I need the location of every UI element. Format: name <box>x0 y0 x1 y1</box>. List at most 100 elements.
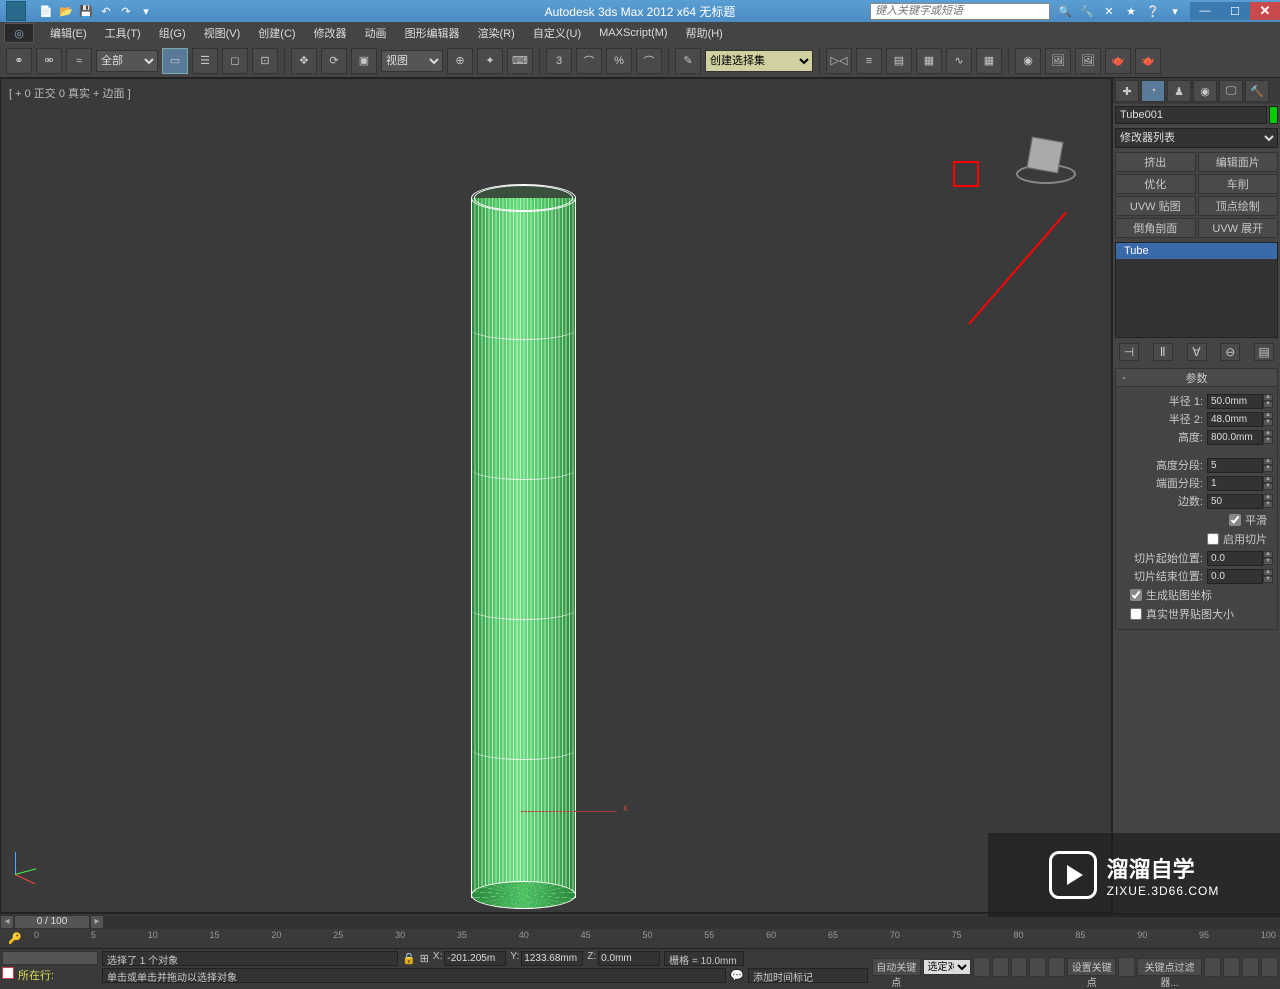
prev-frame-icon[interactable] <box>992 957 1009 977</box>
percent-snap-icon[interactable]: % <box>606 48 632 74</box>
menu-views[interactable]: 视图(V) <box>196 23 249 43</box>
create-tab-icon[interactable]: ✚ <box>1115 80 1139 102</box>
select-by-name-icon[interactable]: ☰ <box>192 48 218 74</box>
search-input[interactable] <box>870 3 1050 20</box>
link-icon[interactable]: ⚭ <box>6 48 32 74</box>
manipulate-icon[interactable]: ✦ <box>477 48 503 74</box>
key-icon[interactable]: 🔧 <box>1078 2 1096 20</box>
menu-modifiers[interactable]: 修改器 <box>306 23 355 43</box>
stack-item-tube[interactable]: Tube <box>1116 243 1277 259</box>
script-mini-listener[interactable] <box>2 951 98 965</box>
play-icon[interactable] <box>1011 957 1028 977</box>
sliceon-checkbox[interactable] <box>1207 533 1219 545</box>
object-name-input[interactable] <box>1115 106 1267 124</box>
heightseg-input[interactable] <box>1207 458 1263 473</box>
trackbar-icon[interactable]: 🔑 <box>0 932 30 945</box>
render-frame-icon[interactable]: 🖼 <box>1075 48 1101 74</box>
lathe-button[interactable]: 车削 <box>1198 174 1279 194</box>
spinner-up-icon[interactable]: ▲ <box>1263 394 1273 401</box>
ref-coord-system[interactable]: 视图 <box>381 50 443 72</box>
tube-object[interactable] <box>471 184 576 909</box>
display-tab-icon[interactable]: 🖵 <box>1219 80 1243 102</box>
rotate-icon[interactable]: ⟳ <box>321 48 347 74</box>
pin-stack-icon[interactable]: ⊣ <box>1119 343 1139 361</box>
render-setup-icon[interactable]: 🖼 <box>1045 48 1071 74</box>
make-unique-icon[interactable]: ∀ <box>1187 343 1207 361</box>
uvwunwrap-button[interactable]: UVW 展开 <box>1198 218 1279 238</box>
autokey-button[interactable]: 自动关键点 <box>872 958 921 976</box>
slicefrom-input[interactable] <box>1207 551 1263 566</box>
undo-icon[interactable]: ↶ <box>98 3 114 19</box>
keyboard-shortcut-icon[interactable]: ⌨ <box>507 48 533 74</box>
genuv-checkbox[interactable] <box>1130 589 1142 601</box>
x-coord-input[interactable] <box>444 951 506 966</box>
show-end-result-icon[interactable]: Ⅱ <box>1153 343 1173 361</box>
vertexpaint-button[interactable]: 顶点绘制 <box>1198 196 1279 216</box>
editpatch-button[interactable]: 编辑面片 <box>1198 152 1279 172</box>
menu-tools[interactable]: 工具(T) <box>97 23 149 43</box>
nav-pan-icon[interactable] <box>1204 957 1221 977</box>
capseg-input[interactable] <box>1207 476 1263 491</box>
radius1-input[interactable] <box>1207 394 1263 409</box>
pivot-icon[interactable]: ⊕ <box>447 48 473 74</box>
viewcube[interactable] <box>1011 119 1081 189</box>
spinner-snap-icon[interactable]: ⌒ <box>636 48 662 74</box>
lock-icon[interactable]: 🔒 <box>402 952 416 965</box>
remove-modifier-icon[interactable]: ⊖ <box>1220 343 1240 361</box>
angle-snap-icon[interactable]: ⌒ <box>576 48 602 74</box>
mirror-icon[interactable]: ▷◁ <box>826 48 852 74</box>
modifier-stack[interactable]: Tube <box>1115 242 1278 338</box>
spinner-down-icon[interactable]: ▼ <box>1263 401 1273 408</box>
align-icon[interactable]: ≡ <box>856 48 882 74</box>
move-icon[interactable]: ✥ <box>291 48 317 74</box>
material-editor-icon[interactable]: ◉ <box>1015 48 1041 74</box>
menu-help[interactable]: 帮助(H) <box>678 23 731 43</box>
unlink-icon[interactable]: ⚮ <box>36 48 62 74</box>
app-menu-button[interactable]: ◎ <box>4 23 34 43</box>
timeslider-next-icon[interactable]: ▸ <box>90 915 104 929</box>
modifier-list-dropdown[interactable]: 修改器列表 <box>1115 128 1278 148</box>
app-logo[interactable] <box>6 1 26 21</box>
menu-customize[interactable]: 自定义(U) <box>525 23 589 43</box>
goto-start-icon[interactable] <box>973 957 990 977</box>
key-icon2[interactable] <box>1118 957 1135 977</box>
binoculars-icon[interactable]: 🔍 <box>1056 2 1074 20</box>
timeline-ruler[interactable]: 🔑 05101520253035404550556065707580859095… <box>0 929 1280 949</box>
named-selection-sets[interactable]: 创建选择集 <box>705 50 813 72</box>
menu-create[interactable]: 创建(C) <box>250 23 303 43</box>
rollout-header[interactable]: - 参数 <box>1116 369 1277 387</box>
menu-group[interactable]: 组(G) <box>151 23 194 43</box>
viewport[interactable]: [ + 0 正交 0 真实 + 边面 ] <box>0 78 1112 913</box>
help-dropdown-icon[interactable]: ▾ <box>1166 2 1184 20</box>
select-icon[interactable]: ▭ <box>162 48 188 74</box>
extrude-button[interactable]: 挤出 <box>1115 152 1196 172</box>
sliceto-input[interactable] <box>1207 569 1263 584</box>
menu-edit[interactable]: 编辑(E) <box>42 23 95 43</box>
nav-orbit-icon[interactable] <box>1242 957 1259 977</box>
schematic-icon[interactable]: ▦ <box>976 48 1002 74</box>
utilities-tab-icon[interactable]: 🔨 <box>1245 80 1269 102</box>
bind-spacewarp-icon[interactable]: ≈ <box>66 48 92 74</box>
menu-maxscript[interactable]: MAXScript(M) <box>591 25 675 41</box>
nav-max-icon[interactable] <box>1261 957 1278 977</box>
add-time-tag[interactable]: 添加时间标记 <box>748 968 868 983</box>
edit-named-sel-icon[interactable]: ✎ <box>675 48 701 74</box>
qat-dropdown-icon[interactable]: ▾ <box>138 3 154 19</box>
sides-input[interactable] <box>1207 494 1263 509</box>
star-icon[interactable]: ★ <box>1122 2 1140 20</box>
redo-icon[interactable]: ↷ <box>118 3 134 19</box>
window-crossing-icon[interactable]: ⊡ <box>252 48 278 74</box>
setkey-button[interactable]: 设置关键点 <box>1067 958 1116 976</box>
close-button[interactable]: ✕ <box>1250 2 1280 20</box>
motion-tab-icon[interactable]: ◉ <box>1193 80 1217 102</box>
keyfilters-button[interactable]: 关键点过滤器... <box>1137 958 1202 976</box>
nav-zoom-icon[interactable] <box>1223 957 1240 977</box>
bevelprofile-button[interactable]: 倒角剖面 <box>1115 218 1196 238</box>
menu-animation[interactable]: 动画 <box>357 23 395 43</box>
render-last-icon[interactable]: 🫖 <box>1135 48 1161 74</box>
realworld-checkbox[interactable] <box>1130 608 1142 620</box>
modify-tab-icon[interactable]: ◔ <box>1141 80 1165 102</box>
configure-sets-icon[interactable]: ▤ <box>1254 343 1274 361</box>
render-icon[interactable]: 🫖 <box>1105 48 1131 74</box>
menu-grapheditors[interactable]: 图形编辑器 <box>397 23 468 43</box>
